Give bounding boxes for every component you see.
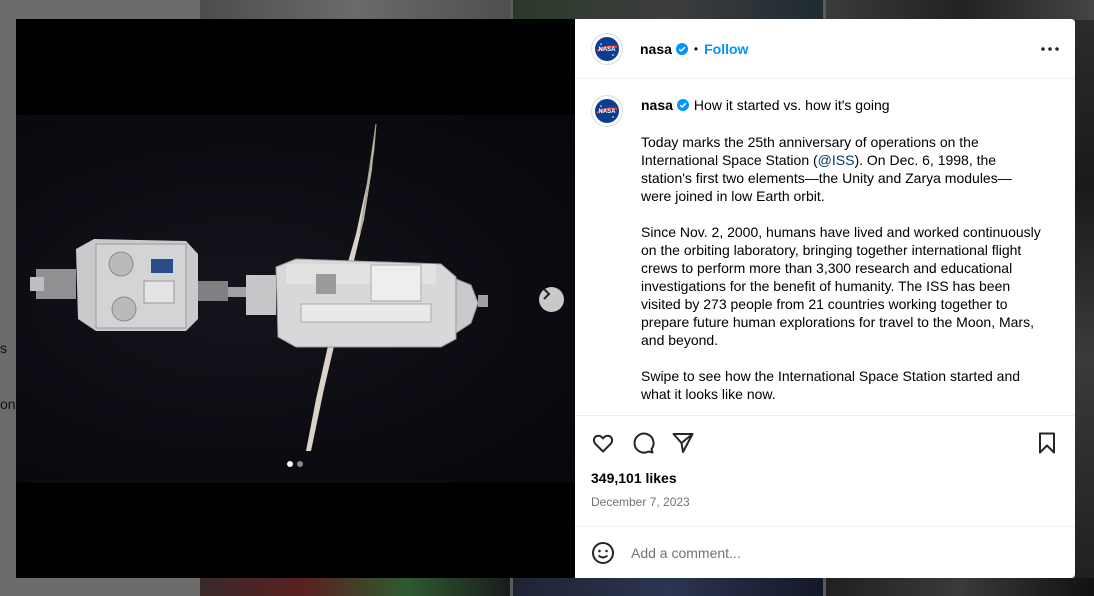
avatar[interactable]: NASA	[591, 95, 623, 127]
share-button[interactable]	[671, 431, 695, 455]
verified-badge-icon	[675, 42, 688, 55]
header-separator: •	[693, 41, 699, 56]
background-thumbnail	[826, 0, 1094, 20]
nasa-logo-icon: NASA	[595, 99, 619, 123]
more-options-button[interactable]	[1041, 46, 1059, 51]
like-button[interactable]	[591, 431, 615, 455]
caption-username[interactable]: nasa	[641, 97, 673, 113]
follow-button[interactable]: Follow	[704, 41, 748, 57]
svg-text:NASA: NASA	[598, 47, 616, 53]
post-date[interactable]: December 7, 2023	[575, 495, 1075, 511]
background-thumbnail	[200, 578, 510, 596]
verified-badge-icon	[676, 99, 689, 111]
more-options-icon	[1041, 46, 1059, 51]
caption-header: nasa How it started vs. how it's going	[641, 95, 1041, 115]
mention-link[interactable]: @ISS	[818, 152, 855, 168]
caption-title: How it started vs. how it's going	[693, 97, 890, 113]
iss-photo	[30, 123, 488, 451]
next-slide-button[interactable]	[539, 287, 564, 312]
chevron-right-icon	[543, 288, 551, 300]
comment-bar	[575, 526, 1075, 578]
emoji-button[interactable]	[591, 541, 615, 565]
background-text-fragment: on	[0, 396, 16, 412]
share-icon	[672, 433, 694, 453]
background-text-fragment: s	[0, 340, 7, 356]
zarya-module	[246, 258, 488, 348]
emoji-icon	[592, 541, 614, 564]
comment-input[interactable]	[631, 544, 1059, 561]
nasa-logo-icon: NASA	[595, 36, 619, 61]
action-bar	[575, 416, 1075, 470]
post-modal: NASA nasa • Follow NASA nasa How it star…	[16, 19, 1075, 578]
caption-paragraph: Today marks the 25th anniversary of oper…	[641, 133, 1041, 205]
likes-count[interactable]: 349,101 likes	[575, 470, 1075, 488]
unity-module	[30, 239, 248, 331]
caption: NASA nasa How it started vs. how it's go…	[591, 95, 1059, 403]
carousel-dot-active	[287, 461, 293, 467]
carousel-dot	[297, 461, 303, 467]
background-thumbnail	[1075, 20, 1094, 578]
caption-area: NASA nasa How it started vs. how it's go…	[575, 79, 1075, 416]
heart-icon	[592, 434, 614, 453]
comment-icon	[633, 432, 655, 454]
carousel-indicator	[287, 461, 303, 467]
post-header: NASA nasa • Follow	[575, 19, 1075, 79]
caption-paragraph: Since Nov. 2, 2000, humans have lived an…	[641, 224, 1041, 348]
caption-paragraph: Swipe to see how the International Space…	[641, 368, 1021, 402]
author-username[interactable]: nasa	[640, 41, 672, 57]
background-thumbnail	[513, 578, 823, 596]
background-thumbnail	[200, 0, 510, 20]
post-media-viewer[interactable]	[16, 19, 575, 578]
comment-button[interactable]	[631, 431, 655, 455]
bookmark-icon	[1039, 432, 1055, 454]
post-details-panel: NASA nasa • Follow NASA nasa How it star…	[575, 19, 1075, 578]
svg-text:NASA: NASA	[598, 109, 616, 115]
background-thumbnail	[826, 578, 1094, 596]
caption-body: nasa How it started vs. how it's going T…	[641, 95, 1041, 403]
save-button[interactable]	[1035, 431, 1059, 455]
avatar[interactable]: NASA	[591, 32, 623, 65]
background-thumbnail	[513, 0, 823, 20]
